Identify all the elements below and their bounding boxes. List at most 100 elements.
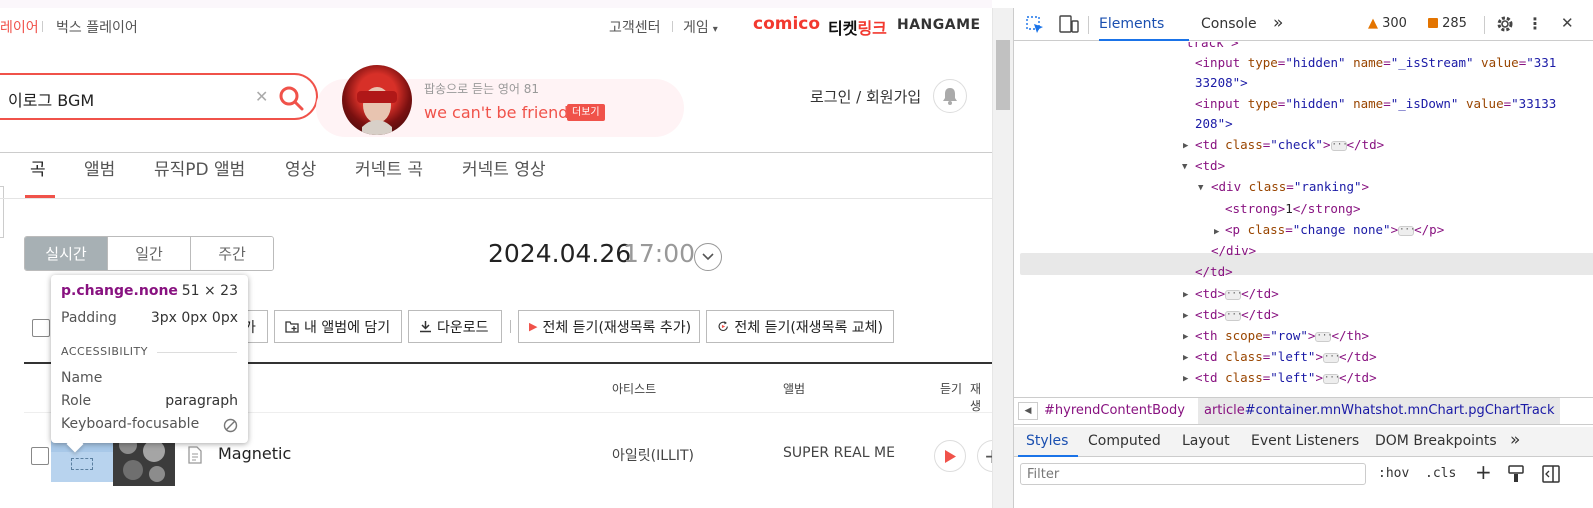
expand-arrow-icon[interactable]: ▶ — [1183, 141, 1188, 151]
dom-line[interactable]: 33208"> — [1195, 73, 1248, 93]
more-tabs-icon[interactable]: » — [1273, 13, 1283, 33]
tab-event-listeners[interactable]: Event Listeners — [1251, 433, 1359, 449]
dom-line[interactable]: <input type="hidden" name="_isStream" va… — [1195, 53, 1556, 73]
select-all-checkbox[interactable] — [32, 319, 50, 337]
warnings-counter[interactable]: ▲ 300 — [1368, 16, 1407, 31]
dom-attr-value: "_isStream" — [1390, 55, 1474, 70]
tab-musicpd-album[interactable]: 뮤직PD 앨범 — [154, 155, 245, 180]
bugs-player-link[interactable]: 벅스 플레이어 — [56, 17, 138, 37]
action-separator — [510, 320, 511, 333]
expand-arrow-icon[interactable]: ▶ — [1214, 227, 1219, 237]
column-album: 앨범 — [783, 382, 806, 396]
paint-brush-icon[interactable] — [1508, 465, 1524, 483]
bell-icon — [943, 88, 957, 105]
play-song-button[interactable] — [934, 440, 966, 472]
search-icon[interactable] — [278, 85, 304, 111]
inspect-element-icon[interactable] — [1026, 16, 1044, 34]
styles-filter-input[interactable]: Filter — [1020, 463, 1366, 485]
dom-text: 1 — [1285, 201, 1293, 216]
date-picker-button[interactable] — [694, 243, 722, 271]
close-icon[interactable]: ✕ — [1561, 14, 1574, 32]
expand-arrow-icon[interactable]: ▶ — [1183, 353, 1188, 363]
period-realtime[interactable]: 실시간 — [25, 237, 108, 270]
expand-arrow-icon[interactable]: ▶ — [1183, 374, 1188, 384]
dom-line[interactable]: <td class="left">···</td> — [1195, 368, 1377, 388]
dom-line-selected[interactable]: <p class="change none">···</p> — [1225, 220, 1444, 240]
dom-line[interactable]: <input type="hidden" name="_isDown" valu… — [1195, 94, 1556, 114]
tooltip-divider — [157, 352, 237, 353]
game-menu[interactable]: 게임 ▾ — [683, 17, 718, 37]
scroll-left-icon[interactable]: ◀ — [1018, 402, 1038, 420]
dom-line[interactable]: </td> — [1195, 262, 1233, 282]
expand-arrow-icon[interactable]: ▶ — [1183, 332, 1188, 342]
tab-song[interactable]: 곡 — [30, 155, 46, 180]
dom-line[interactable]: <td> — [1195, 156, 1225, 176]
tab-dom-breakpoints[interactable]: DOM Breakpoints — [1375, 433, 1497, 449]
breadcrumb-tag: article — [1204, 403, 1245, 418]
tab-video[interactable]: 영상 — [285, 155, 316, 180]
breadcrumb-item-selected[interactable]: article#container.mnWhatshot.mnChart.pgC… — [1198, 398, 1561, 424]
tab-computed[interactable]: Computed — [1088, 433, 1161, 449]
class-toggle[interactable]: .cls — [1425, 466, 1456, 481]
tooltip-name-label: Name — [61, 370, 103, 386]
dom-line[interactable]: <strong>1</strong> — [1225, 199, 1360, 219]
tab-elements[interactable]: Elements — [1099, 16, 1164, 32]
dom-line[interactable]: <td class="left">···</td> — [1195, 347, 1377, 367]
hangame-logo[interactable]: HANGAME — [897, 17, 981, 33]
ticketlink-logo[interactable]: 티켓링크 — [828, 15, 887, 39]
notification-bell[interactable] — [933, 79, 967, 113]
lyrics-icon[interactable] — [187, 446, 203, 464]
play-icon: ▶ — [529, 320, 538, 333]
expand-arrow-icon[interactable]: ▶ — [1183, 290, 1188, 300]
breadcrumb-item[interactable]: #hyrendContentBody — [1044, 403, 1185, 418]
song-album[interactable]: SUPER REAL ME — [783, 445, 895, 461]
collapse-arrow-icon[interactable]: ▼ — [1198, 183, 1203, 193]
dom-line[interactable]: <td>···</td> — [1195, 305, 1279, 325]
dom-line[interactable]: <td>···</td> — [1195, 284, 1279, 304]
row-checkbox[interactable] — [31, 447, 49, 465]
plus-icon[interactable]: + — [1475, 460, 1492, 484]
promo-album-art[interactable] — [342, 65, 412, 135]
collapse-arrow-icon[interactable]: ▼ — [1182, 162, 1187, 172]
customer-center-link[interactable]: 고객센터 — [609, 17, 661, 37]
search-input[interactable]: 이로그 BGM — [8, 87, 94, 111]
more-tabs-icon[interactable]: » — [1510, 430, 1520, 450]
dom-line[interactable]: <td class="check">···</td> — [1195, 135, 1384, 155]
period-daily[interactable]: 일간 — [108, 237, 191, 270]
tab-connect-song[interactable]: 커넥트 곡 — [355, 155, 423, 180]
tab-layout[interactable]: Layout — [1182, 433, 1230, 449]
add-song-button[interactable]: + — [977, 440, 992, 472]
tab-connect-video[interactable]: 커넥트 영상 — [462, 155, 546, 180]
kebab-menu-icon[interactable]: ⋮ — [1527, 14, 1543, 33]
dom-line[interactable]: 208"> — [1195, 114, 1233, 134]
play-all-replace-button[interactable]: 전체 듣기(재생목록 교체) — [706, 310, 894, 343]
page-scrollbar-thumb[interactable] — [996, 40, 1010, 110]
hover-state-toggle[interactable]: :hov — [1378, 466, 1409, 481]
dom-line[interactable]: track > — [1186, 42, 1239, 53]
song-artist[interactable]: 아일릿(ILLIT) — [612, 445, 694, 465]
promo-title[interactable]: we can't be friends — [424, 103, 577, 122]
tab-styles[interactable]: Styles — [1026, 433, 1068, 449]
my-album-button[interactable]: 내 앨범에 담기 — [274, 310, 402, 343]
clear-search-icon[interactable]: ✕ — [255, 87, 268, 106]
song-title[interactable]: Magnetic — [218, 444, 291, 463]
player-link-partial[interactable]: 레이어 — [0, 17, 39, 37]
dom-line[interactable]: </div> — [1211, 241, 1256, 261]
expand-arrow-icon[interactable]: ▶ — [1183, 311, 1188, 321]
login-link[interactable]: 로그인 / 회원가입 — [810, 86, 921, 107]
toggle-sidebar-icon[interactable] — [1542, 465, 1560, 483]
issues-counter[interactable]: 285 — [1428, 16, 1467, 31]
period-weekly[interactable]: 주간 — [191, 237, 273, 270]
search-box[interactable]: 이로그 BGM ✕ — [0, 73, 318, 120]
download-button[interactable]: 다운로드 — [408, 310, 502, 343]
promo-more-badge[interactable]: 더보기 — [567, 104, 605, 121]
gear-icon[interactable] — [1495, 14, 1515, 34]
dom-line[interactable]: <th scope="row">···</th> — [1195, 326, 1369, 346]
header-separator — [42, 21, 43, 32]
tab-console[interactable]: Console — [1201, 16, 1257, 32]
comico-logo[interactable]: comico — [753, 14, 820, 34]
device-toolbar-icon[interactable] — [1059, 15, 1079, 33]
tab-album[interactable]: 앨범 — [84, 155, 115, 180]
play-all-add-button[interactable]: ▶ 전체 듣기(재생목록 추가) — [518, 310, 700, 343]
dom-line[interactable]: <div class="ranking"> — [1211, 177, 1369, 197]
